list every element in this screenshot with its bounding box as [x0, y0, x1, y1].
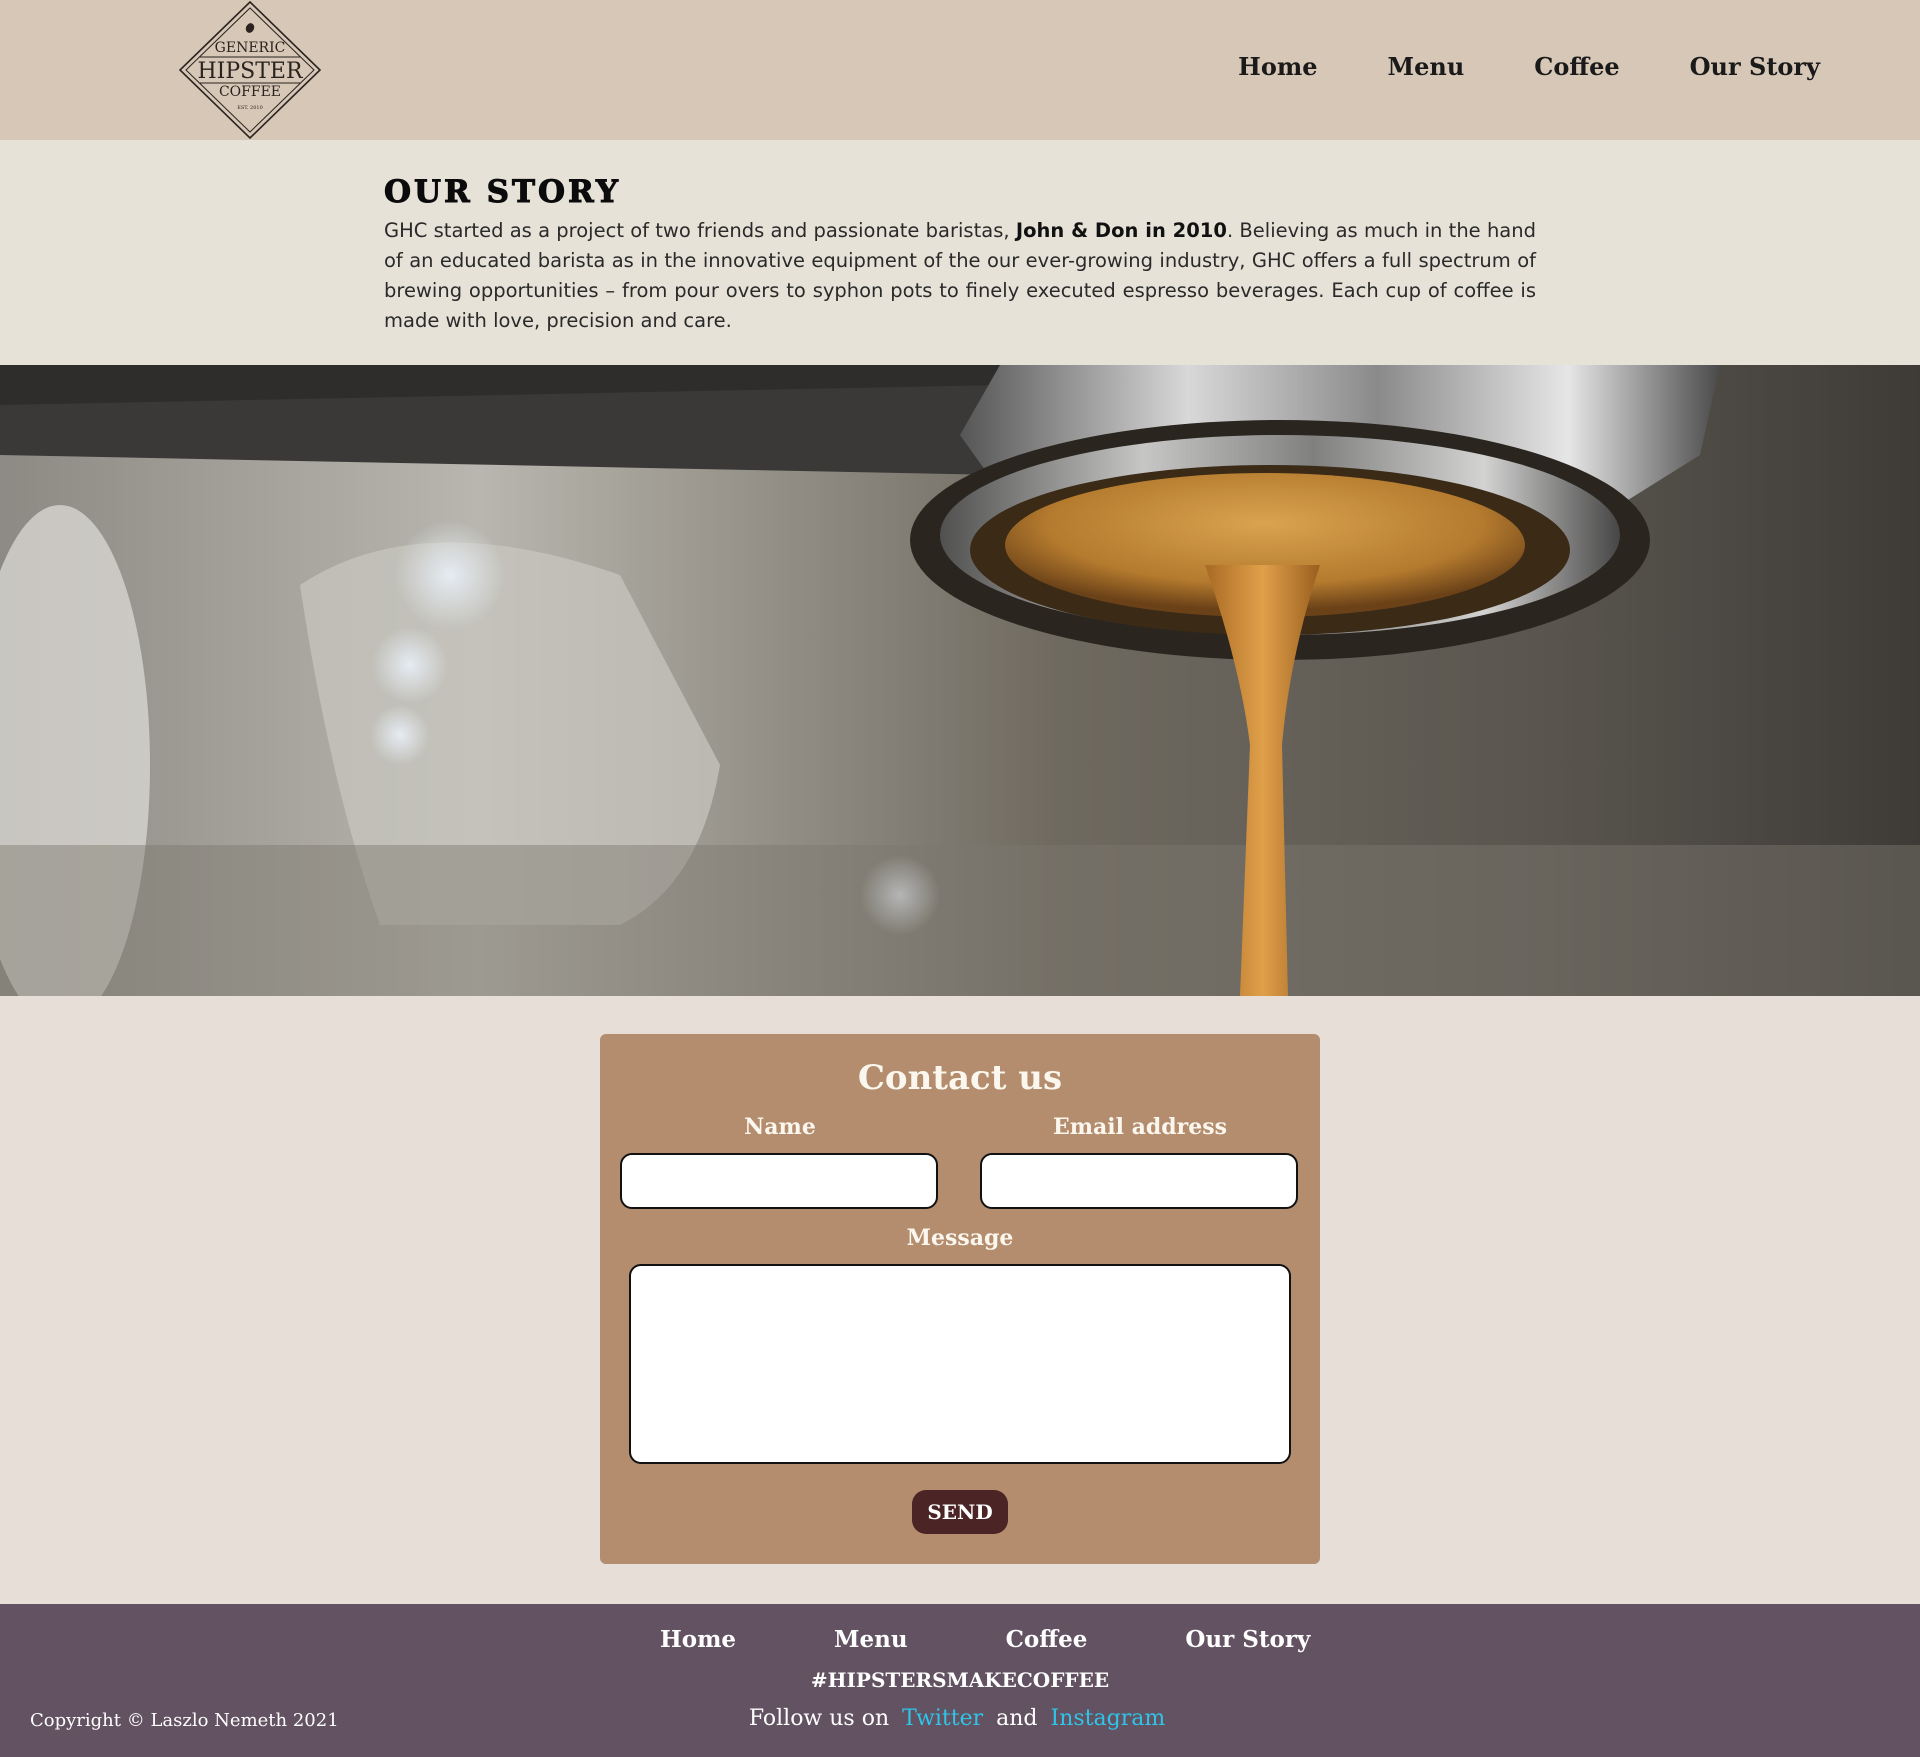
nav-coffee-link[interactable]: Coffee — [1534, 52, 1619, 81]
footer-menu-link[interactable]: Menu — [834, 1626, 908, 1653]
message-field[interactable] — [629, 1264, 1291, 1464]
espresso-pour-photo-icon — [0, 365, 1920, 996]
and-text: and — [996, 1706, 1038, 1731]
site-logo[interactable]: GENERIC HIPSTER COFFEE EST. 2010 — [178, 0, 322, 140]
footer-our-story-link[interactable]: Our Story — [1185, 1626, 1310, 1653]
svg-text:COFFEE: COFFEE — [219, 84, 281, 100]
name-field[interactable] — [620, 1153, 938, 1209]
email-field[interactable] — [980, 1153, 1298, 1209]
footer-home-link[interactable]: Home — [660, 1626, 736, 1653]
our-story-content: OUR STORY GHC started as a project of tw… — [384, 174, 1537, 336]
send-button[interactable]: SEND — [912, 1490, 1008, 1534]
follow-text: Follow us on — [748, 1706, 890, 1731]
story-text-before: GHC started as a project of two friends … — [384, 219, 1016, 242]
contact-title: Contact us — [857, 1058, 1063, 1098]
logo-badge-icon: GENERIC HIPSTER COFFEE EST. 2010 — [178, 0, 322, 140]
story-text-bold: John & Don in 2010 — [1015, 219, 1227, 242]
nav-home-link[interactable]: Home — [1238, 52, 1317, 81]
footer-hashtag: #HIPSTERSMAKECOFFEE — [810, 1668, 1110, 1692]
twitter-link[interactable]: Twitter — [902, 1706, 983, 1731]
nav-our-story-link[interactable]: Our Story — [1690, 52, 1820, 81]
our-story-title: OUR STORY — [384, 174, 621, 211]
copyright-text: Copyright © Laszlo Nemeth 2021 — [30, 1710, 339, 1731]
nav-menu-link[interactable]: Menu — [1388, 52, 1465, 81]
our-story-text: GHC started as a project of two friends … — [384, 216, 1536, 336]
svg-text:HIPSTER: HIPSTER — [197, 59, 303, 84]
contact-form: Contact us Name Email address Message SE… — [600, 1034, 1320, 1564]
site-footer: Home Menu Coffee Our Story #HIPSTERSMAKE… — [0, 1604, 1920, 1757]
name-label: Name — [744, 1114, 816, 1140]
message-label: Message — [906, 1225, 1014, 1251]
our-story-section: OUR STORY GHC started as a project of tw… — [0, 140, 1920, 365]
instagram-link[interactable]: Instagram — [1051, 1706, 1166, 1731]
svg-text:EST. 2010: EST. 2010 — [237, 105, 263, 111]
footer-nav: Home Menu Coffee Our Story — [660, 1626, 1408, 1653]
hero-image — [0, 365, 1920, 996]
svg-text:GENERIC: GENERIC — [215, 40, 286, 56]
site-header: GENERIC HIPSTER COFFEE EST. 2010 Home Me… — [0, 0, 1920, 140]
main-nav: Home Menu Coffee Our Story — [1238, 52, 1820, 81]
footer-coffee-link[interactable]: Coffee — [1006, 1626, 1088, 1653]
email-label: Email address — [1052, 1114, 1228, 1140]
